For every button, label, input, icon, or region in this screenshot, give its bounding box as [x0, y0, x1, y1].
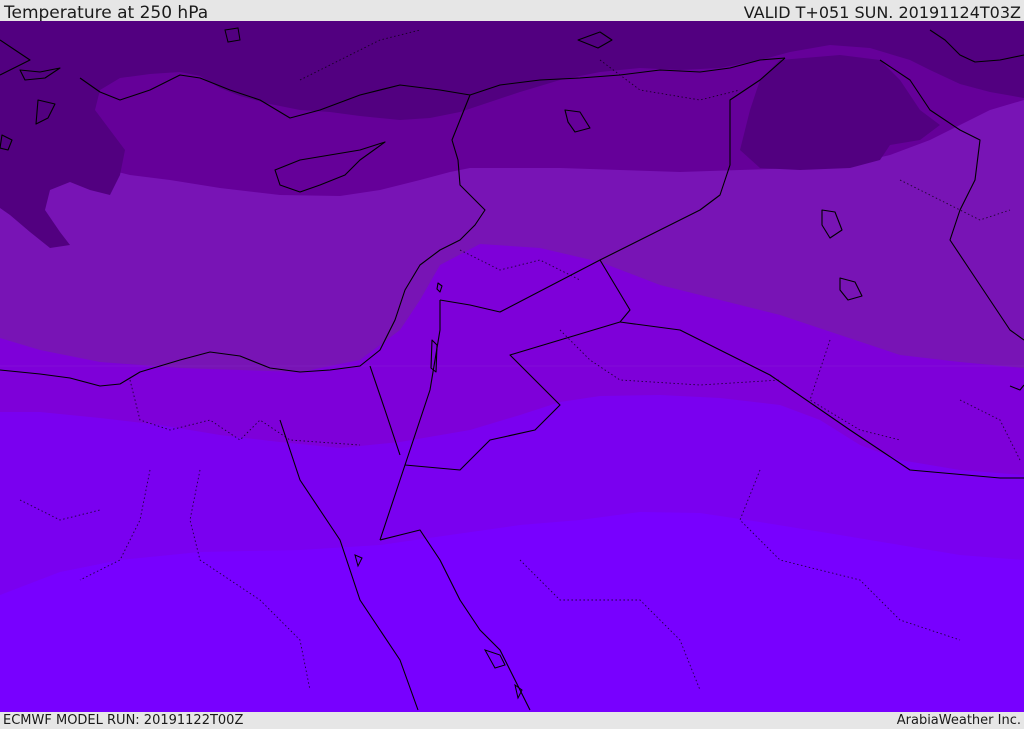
map-title: Temperature at 250 hPa [4, 3, 209, 23]
weather-map[interactable] [0, 21, 1024, 712]
footer-bar: ECMWF MODEL RUN: 20191122T00Z ArabiaWeat… [0, 712, 1024, 729]
model-run: ECMWF MODEL RUN: 20191122T00Z [3, 713, 244, 728]
header-bar: Temperature at 250 hPa VALID T+051 SUN. … [0, 0, 1024, 23]
valid-time: VALID T+051 SUN. 20191124T03Z [743, 3, 1021, 22]
credit-text: ArabiaWeather Inc. [896, 713, 1021, 728]
